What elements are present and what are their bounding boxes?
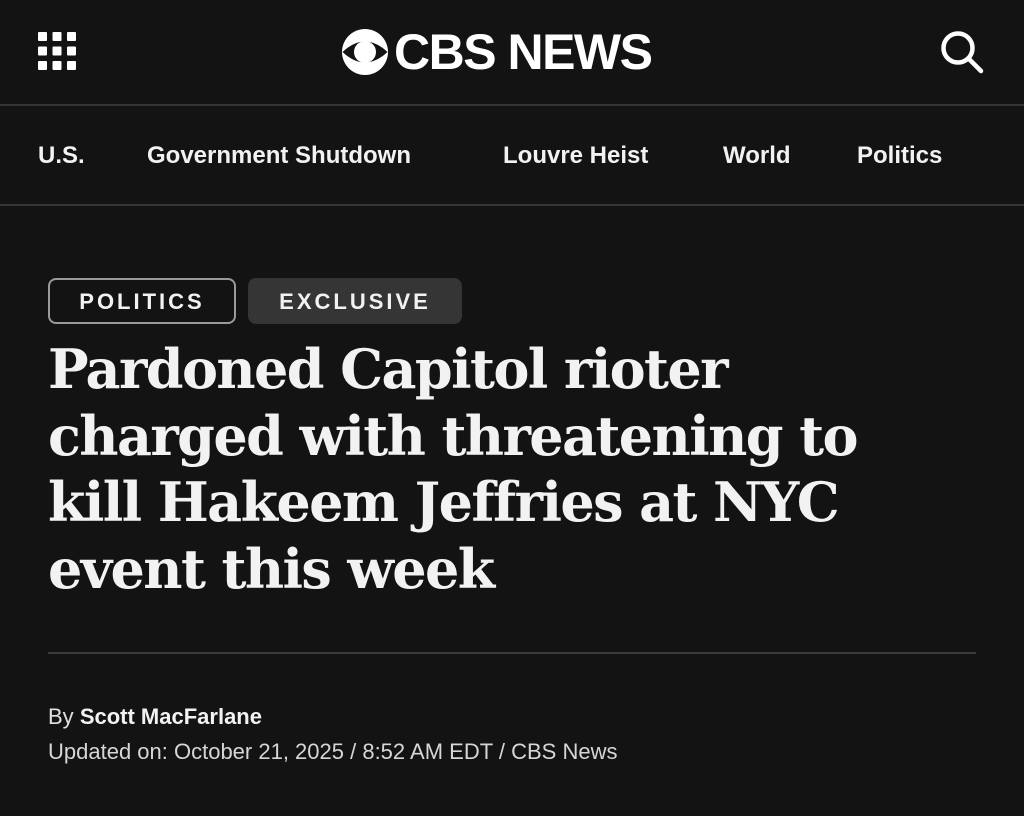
section-nav: U.S. Government Shutdown Louvre Heist Wo…	[0, 106, 1024, 206]
nav-item-government-shutdown[interactable]: Government Shutdown	[147, 142, 411, 170]
search-icon[interactable]	[938, 28, 986, 76]
nav-item-us[interactable]: U.S.	[38, 142, 85, 170]
cbs-eye-icon	[342, 29, 388, 75]
logo-wordmark: CBS NEWS	[394, 24, 653, 80]
nav-item-world[interactable]: World	[723, 142, 791, 170]
grid-menu-icon[interactable]	[36, 30, 78, 72]
top-bar: CBS NEWS	[0, 0, 1024, 106]
cbs-news-logo[interactable]: CBS NEWS	[340, 24, 653, 80]
divider	[48, 652, 976, 654]
nav-item-politics[interactable]: Politics	[857, 142, 942, 170]
tag-exclusive[interactable]: EXCLUSIVE	[248, 278, 462, 324]
article-headline: Pardoned Capitol rioter charged with thr…	[48, 337, 859, 601]
updated-timestamp: Updated on: October 21, 2025 / 8:52 AM E…	[48, 739, 618, 764]
author-link[interactable]: Scott MacFarlane	[80, 704, 262, 729]
byline-prefix: By	[48, 704, 74, 729]
tag-politics[interactable]: POLITICS	[48, 278, 236, 324]
byline: By Scott MacFarlane	[48, 703, 262, 731]
nav-item-louvre-heist[interactable]: Louvre Heist	[503, 142, 648, 170]
